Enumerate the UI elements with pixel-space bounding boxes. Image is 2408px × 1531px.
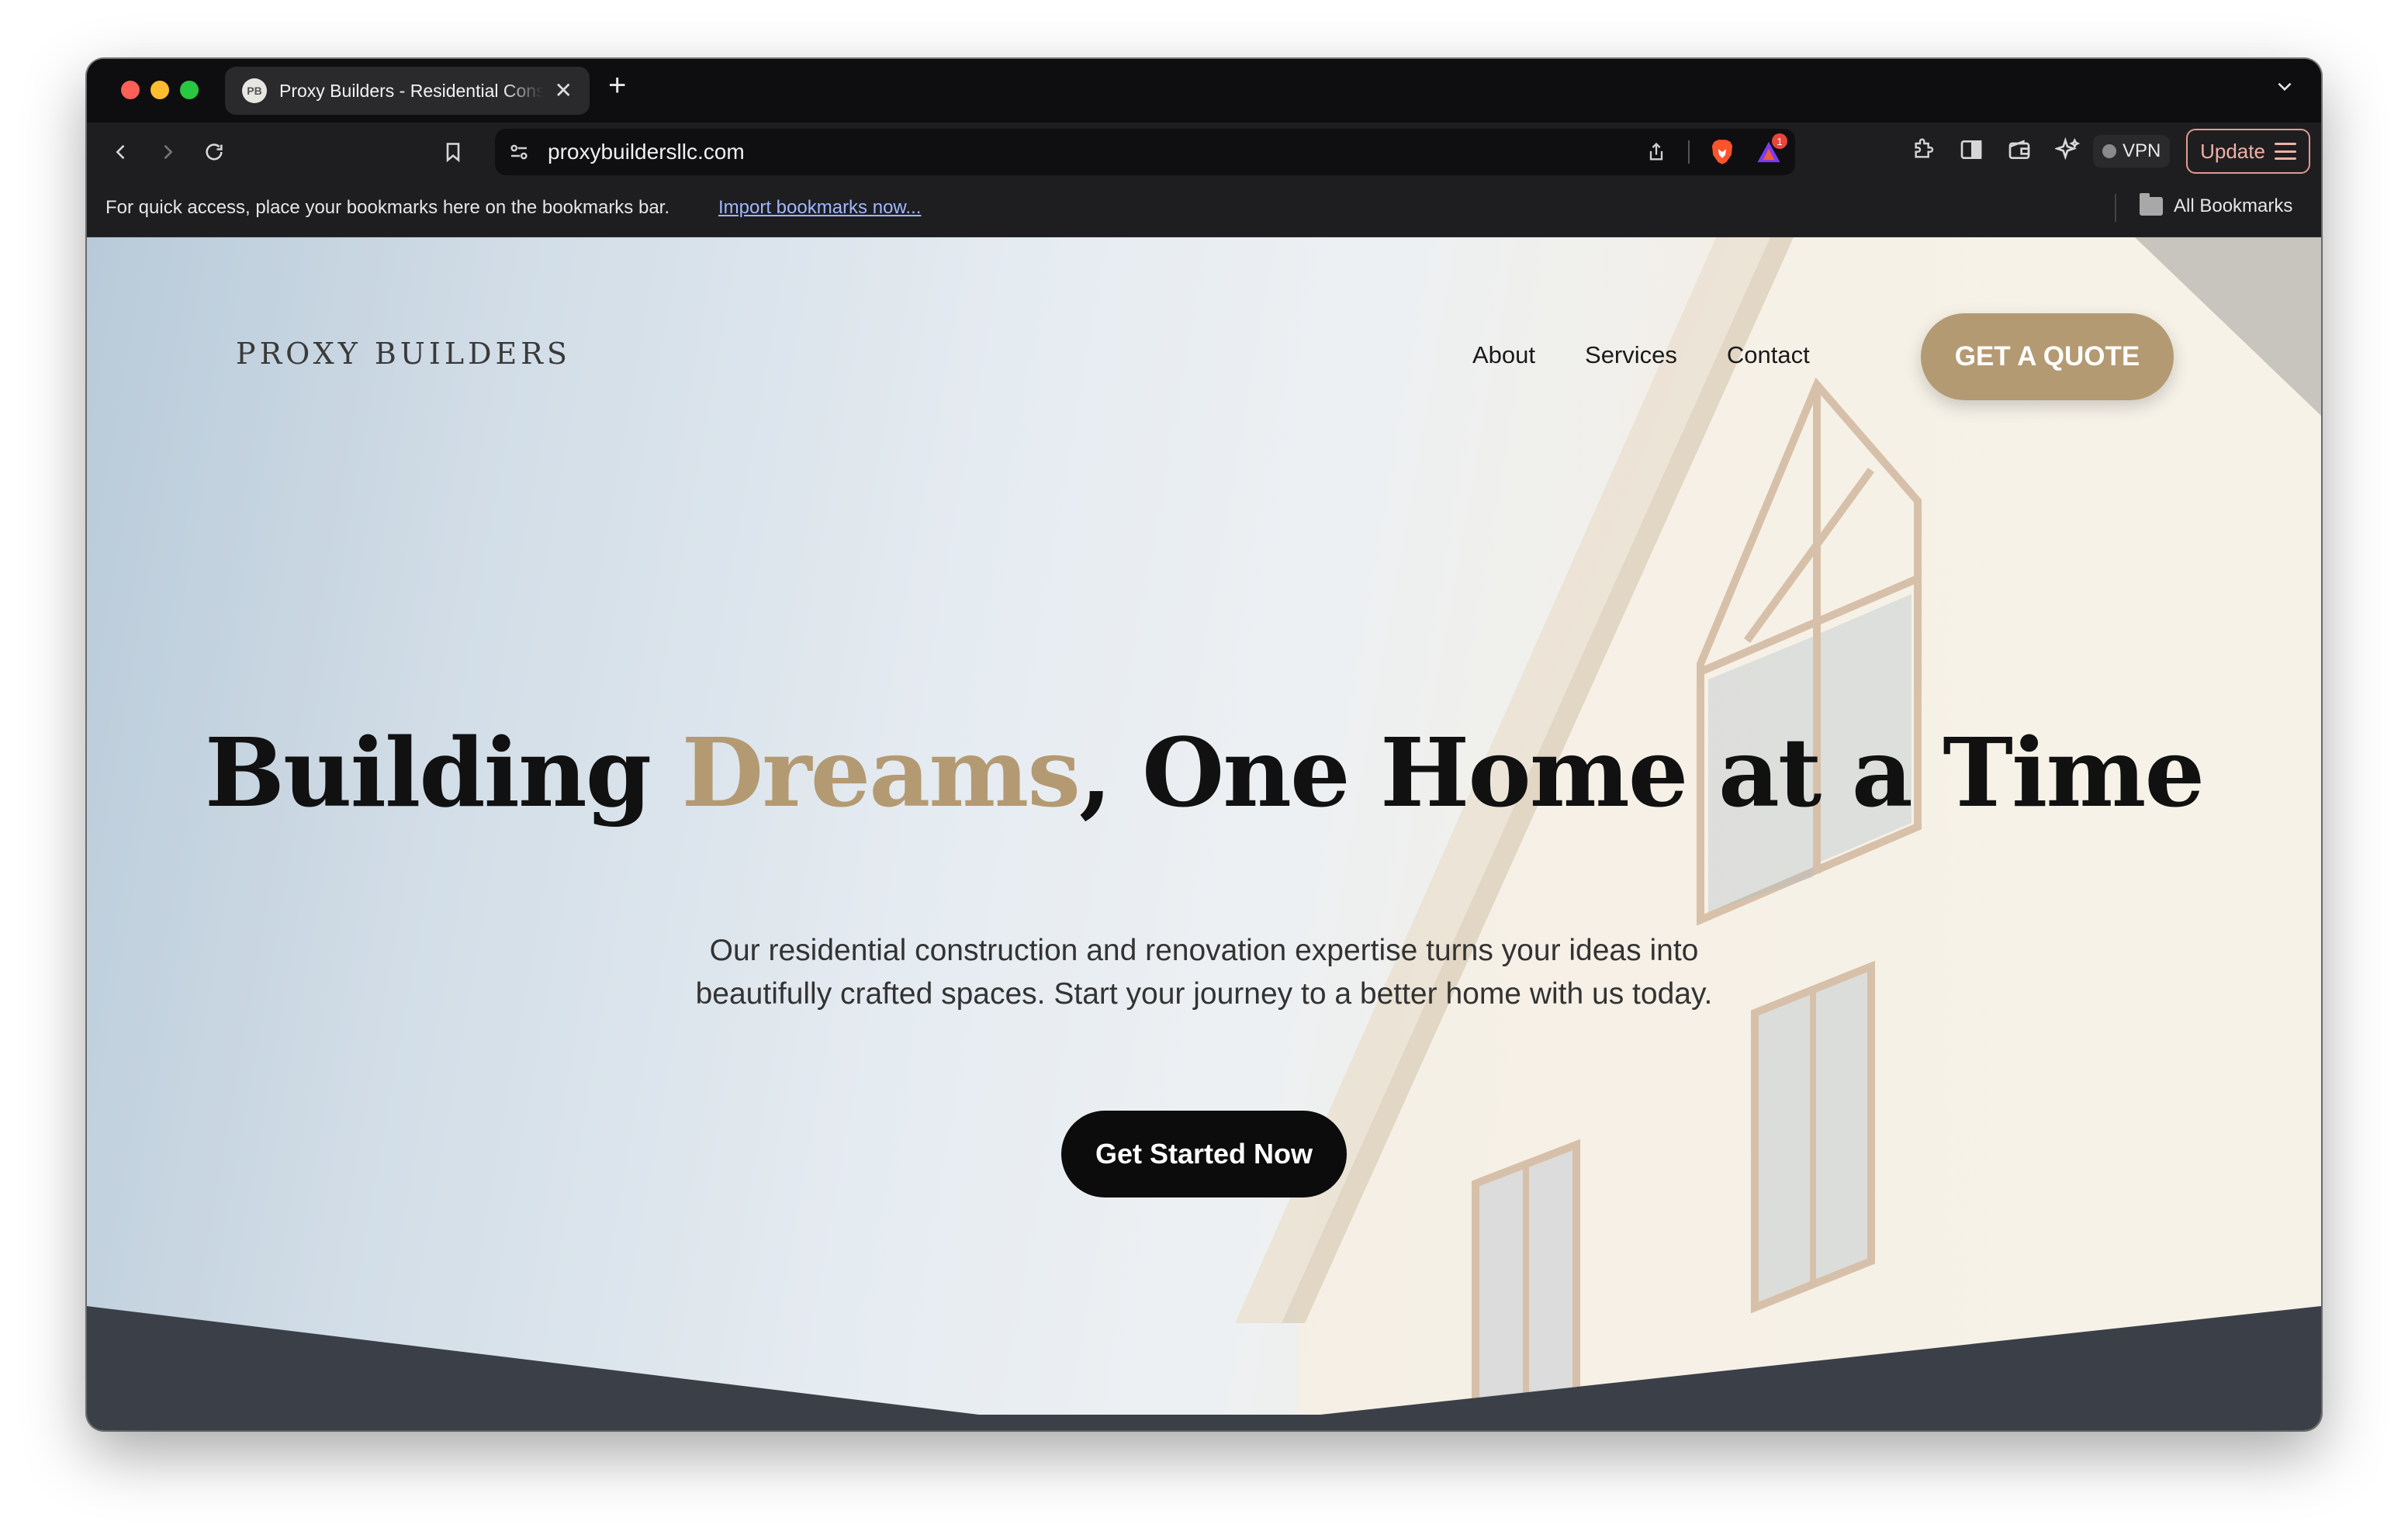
house-background-image xyxy=(87,237,2321,1430)
tab-list-chevron-icon[interactable] xyxy=(2275,76,2295,102)
site-nav: About Services Contact xyxy=(1472,341,1810,369)
all-bookmarks-button[interactable]: All Bookmarks xyxy=(2140,193,2293,217)
nav-link-services[interactable]: Services xyxy=(1585,341,1677,369)
import-bookmarks-link[interactable]: Import bookmarks now... xyxy=(718,197,921,219)
brave-shields-icon[interactable] xyxy=(1710,139,1735,165)
divider xyxy=(2115,194,2116,222)
back-arrow-icon[interactable] xyxy=(106,137,137,168)
vpn-button[interactable]: VPN xyxy=(2093,135,2171,168)
active-tab[interactable]: PB Proxy Builders - Residential Construc… xyxy=(225,67,590,115)
leo-ai-sparkle-icon[interactable] xyxy=(2054,137,2081,163)
update-menu-button[interactable]: Update xyxy=(2186,129,2310,174)
bookmarks-bar: For quick access, place your bookmarks h… xyxy=(87,180,2321,237)
sidebar-icon[interactable] xyxy=(1958,137,1984,163)
hero-title-accent: Dreams xyxy=(681,717,1081,828)
nav-link-about[interactable]: About xyxy=(1472,341,1535,369)
hero-title: Building Dreams, One Home at a Time xyxy=(87,717,2321,828)
section-divider-wave xyxy=(87,1306,2321,1430)
site-settings-icon[interactable] xyxy=(507,140,531,164)
address-bar[interactable]: proxybuildersllc.com 1 xyxy=(495,129,1795,175)
divider xyxy=(1688,140,1690,164)
rewards-icon[interactable]: 1 xyxy=(1755,133,1787,164)
new-tab-button[interactable]: + xyxy=(608,70,626,101)
hero-subtitle: Our residential construction and renovat… xyxy=(695,934,1713,1011)
hero-title-end: , One Home at a Time xyxy=(1079,717,2205,828)
wallet-icon[interactable] xyxy=(2006,137,2033,163)
update-label: Update xyxy=(2200,139,2265,163)
hero-title-start: Building xyxy=(204,717,682,828)
window-minimize-button[interactable] xyxy=(150,81,169,99)
tab-title: Proxy Builders - Residential Constructio… xyxy=(279,80,543,101)
rewards-badge: 1 xyxy=(1772,133,1787,149)
share-icon[interactable] xyxy=(1645,140,1668,164)
browser-window: PB Proxy Builders - Residential Construc… xyxy=(87,59,2321,1430)
site-logo[interactable]: PROXY BUILDERS xyxy=(236,337,571,371)
vpn-status-icon xyxy=(2102,144,2116,158)
folder-icon xyxy=(2140,193,2163,216)
get-a-quote-button[interactable]: GET A QUOTE xyxy=(1921,313,2174,400)
window-maximize-button[interactable] xyxy=(180,81,199,99)
window-close-button[interactable] xyxy=(121,81,140,99)
webpage: PROXY BUILDERS About Services Contact GE… xyxy=(87,237,2321,1430)
tab-favicon-icon: PB xyxy=(242,78,267,103)
tab-strip: PB Proxy Builders - Residential Construc… xyxy=(87,59,2321,123)
extensions-puzzle-icon[interactable] xyxy=(1910,137,1936,163)
bookmarks-bar-message: For quick access, place your bookmarks h… xyxy=(106,197,670,218)
tab-close-icon[interactable]: ✕ xyxy=(555,80,573,102)
menu-hamburger-icon xyxy=(2274,143,2296,160)
vpn-label: VPN xyxy=(2123,140,2161,161)
nav-link-contact[interactable]: Contact xyxy=(1727,341,1810,369)
get-started-button[interactable]: Get Started Now xyxy=(1061,1111,1347,1197)
reload-icon[interactable] xyxy=(199,137,230,168)
forward-arrow-icon[interactable] xyxy=(152,137,183,168)
bookmark-icon[interactable] xyxy=(438,137,469,168)
all-bookmarks-label: All Bookmarks xyxy=(2174,195,2293,216)
url-text[interactable]: proxybuildersllc.com xyxy=(548,140,745,164)
browser-toolbar: proxybuildersllc.com 1 VPN Update xyxy=(87,123,2321,180)
